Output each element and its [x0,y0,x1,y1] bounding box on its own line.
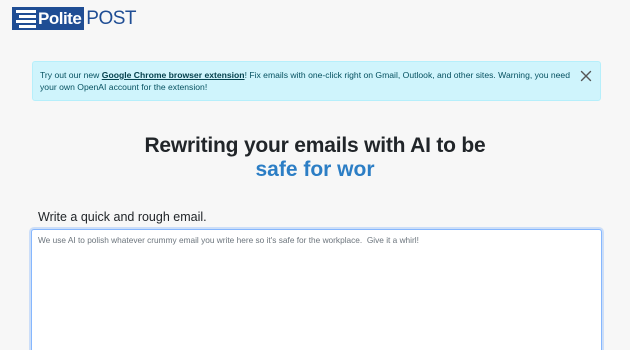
email-input-label: Write a quick and rough email. [38,210,207,224]
page: Polite POST Try out our new Google Chrom… [0,0,630,350]
chrome-extension-link[interactable]: Google Chrome browser extension [102,70,245,80]
hero-typed-text: safe for wor [255,158,375,181]
hero-title: Rewriting your emails with AI to be [144,134,486,157]
alert-prefix: Try out our new [40,70,102,80]
logo-right-text: POST [86,7,137,29]
email-input[interactable] [31,229,602,350]
logo-lines-icon [16,9,36,28]
close-icon[interactable] [580,70,592,82]
logo[interactable]: Polite POST [12,7,137,30]
logo-left-text: Polite [38,8,82,28]
logo-left: Polite [12,7,85,30]
info-alert: Try out our new Google Chrome browser ex… [32,61,601,101]
